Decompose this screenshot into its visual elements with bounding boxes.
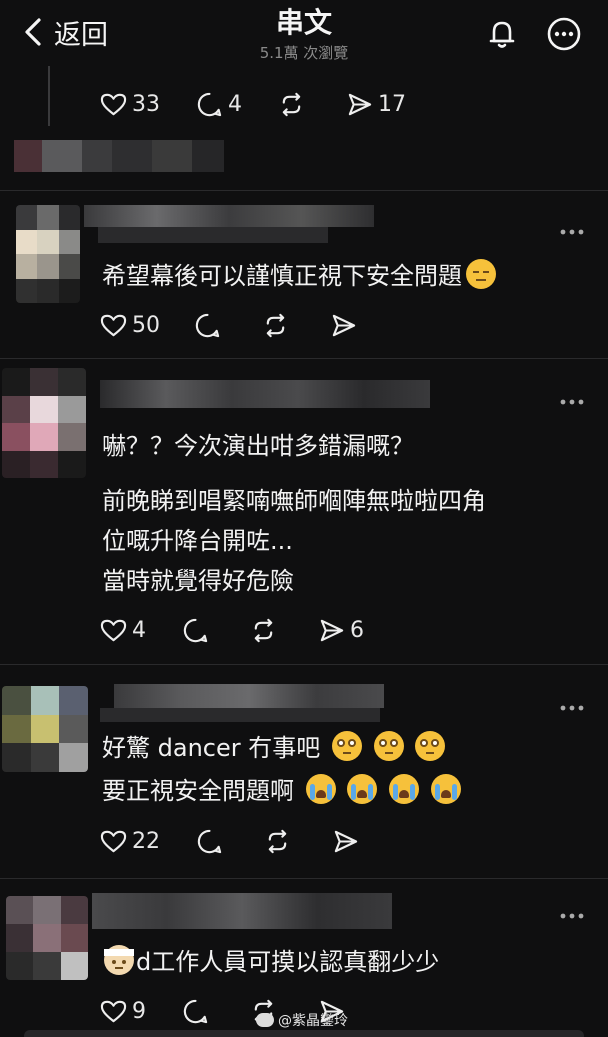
send-icon: [348, 93, 372, 115]
comment-actions: 22: [100, 824, 400, 858]
heart-icon: [100, 830, 127, 852]
repost-button[interactable]: [278, 91, 310, 118]
bell-icon[interactable]: [484, 16, 520, 52]
comment-line: d工作人員可摸以認真翻少少: [136, 948, 440, 976]
comment-line: 希望幕後可以謹慎正視下安全問題: [102, 262, 462, 290]
comment-bubble-icon: [197, 829, 222, 853]
send-icon: [334, 830, 358, 852]
send-icon: [332, 314, 356, 336]
reply-button[interactable]: [194, 312, 226, 339]
crying-face-icon: [305, 774, 336, 804]
reply-button[interactable]: [182, 998, 214, 1025]
avatar[interactable]: [6, 896, 88, 980]
repost-button[interactable]: [264, 828, 296, 855]
repost-icon: [268, 829, 287, 853]
comment-actions: 4 6: [100, 613, 400, 647]
flushed-face-icon: [415, 731, 446, 761]
thread-line: [48, 66, 50, 126]
like-button[interactable]: 50: [100, 312, 160, 339]
flushed-face-icon: [331, 731, 362, 761]
comment-line: 前晚睇到唱緊喃嘸師嗰陣無啦啦四角: [102, 487, 486, 515]
like-button[interactable]: 22: [100, 828, 160, 855]
reply-button[interactable]: 4: [196, 91, 242, 118]
repost-icon: [254, 618, 273, 642]
like-count: 50: [132, 312, 160, 338]
more-dots-icon[interactable]: [558, 702, 586, 714]
more-dots-icon[interactable]: [558, 396, 586, 408]
like-button[interactable]: 4: [100, 617, 146, 644]
share-button[interactable]: 6: [318, 617, 364, 644]
redacted-username: [100, 372, 430, 420]
reply-button[interactable]: [196, 828, 228, 855]
like-button[interactable]: 33: [100, 91, 160, 118]
avatar[interactable]: [2, 686, 88, 772]
comment-line: 位嘅升降台開咗...: [102, 527, 293, 555]
comment-text: 好驚 dancer 冇事吧: [102, 729, 446, 767]
comment-bubble-icon: [195, 313, 220, 337]
divider: [0, 358, 608, 359]
divider: [0, 190, 608, 191]
comment-bubble-icon: [197, 92, 222, 116]
comment-line: 要正視安全問題啊: [102, 777, 294, 805]
divider: [0, 878, 608, 879]
send-icon: [320, 619, 344, 641]
repost-icon: [266, 313, 285, 337]
like-count: 9: [132, 998, 146, 1024]
comment-actions: 50: [100, 308, 398, 342]
like-count: 4: [132, 617, 146, 643]
divider: [0, 664, 608, 665]
comment-text: d工作人員可摸以認真翻少少: [104, 943, 439, 981]
comment-line: 當時就覺得好危險: [102, 567, 294, 595]
redacted-content: [14, 140, 224, 172]
heart-icon: [100, 93, 127, 115]
more-circle-icon[interactable]: [546, 16, 582, 52]
crying-face-icon: [347, 774, 378, 804]
repost-button[interactable]: [250, 617, 282, 644]
reply-button[interactable]: [182, 617, 214, 644]
weibo-logo-icon: [256, 1013, 274, 1027]
face-with-head-bandage-icon: [104, 945, 134, 975]
repost-icon: [282, 92, 301, 116]
watermark-text: @紫晶鑾玲: [278, 1013, 348, 1029]
post-actions: 33 4 17: [100, 87, 442, 121]
flushed-face-icon: [373, 731, 404, 761]
reply-count: 4: [228, 91, 242, 117]
watermark: @紫晶鑾玲: [256, 1010, 348, 1030]
comment-text: 希望幕後可以謹慎正視下安全問題: [102, 257, 496, 295]
share-button[interactable]: 17: [346, 91, 406, 118]
share-button[interactable]: [330, 312, 362, 339]
comment-text: 要正視安全問題啊: [102, 772, 461, 810]
like-count: 22: [132, 828, 160, 854]
heart-icon: [100, 619, 127, 641]
heart-icon: [100, 314, 127, 336]
redacted-username: [92, 893, 392, 929]
redacted-username: [84, 205, 374, 243]
repost-button[interactable]: [262, 312, 294, 339]
crying-face-icon: [430, 774, 461, 804]
share-button[interactable]: [332, 828, 364, 855]
comment-bubble-icon: [183, 618, 208, 642]
top-bar: 返回 串文 5.1萬 次瀏覽: [0, 0, 608, 68]
share-count: 6: [350, 617, 364, 643]
reply-input-bar[interactable]: [24, 1030, 584, 1037]
crying-face-icon: [388, 774, 419, 804]
share-count: 17: [378, 91, 406, 117]
avatar[interactable]: [2, 368, 86, 478]
comment-line: 好驚 dancer 冇事吧: [102, 734, 321, 762]
comment-line: 嚇？？今次演出咁多錯漏嘅？: [102, 432, 414, 460]
comment-bubble-icon: [183, 999, 208, 1023]
more-dots-icon[interactable]: [558, 910, 586, 922]
like-button[interactable]: 9: [100, 998, 146, 1025]
like-count: 33: [132, 91, 160, 117]
pensive-face-icon: [466, 259, 496, 289]
heart-icon: [100, 1000, 127, 1022]
avatar[interactable]: [16, 205, 80, 303]
redacted-username: [100, 684, 390, 722]
more-dots-icon[interactable]: [558, 226, 586, 238]
